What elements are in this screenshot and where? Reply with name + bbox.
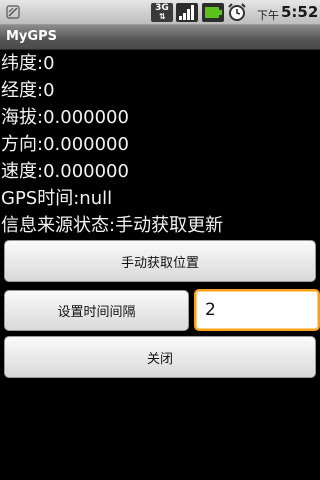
title-bar: MyGPS [0,25,320,50]
latitude-text: 纬度:0 [1,53,55,74]
status-ampm: 下午 [257,9,279,22]
3g-data-icon: 3G ⇅ [151,3,173,22]
manual-fetch-button[interactable]: 手动获取位置 [4,240,316,282]
screen: 3G ⇅ 下午 5:52 MyGPS 纬度:0 经度:0 海拔:0.000000 [0,0,320,480]
alarm-clock-icon [228,3,246,21]
interval-value: 2 [205,300,216,320]
status-time: 5:52 [281,3,319,21]
interval-input[interactable]: 2 [194,289,320,331]
source-status-text: 信息来源状态:手动获取更新 [1,215,224,236]
close-label: 关闭 [146,351,173,367]
close-button[interactable]: 关闭 [4,336,316,378]
notification-icon [6,5,20,19]
set-interval-label: 设置时间间隔 [57,305,136,320]
longitude-text: 经度:0 [1,80,55,101]
signal-icon [176,3,198,22]
manual-fetch-label: 手动获取位置 [120,255,199,271]
gps-time-text: GPS时间:null [1,188,113,209]
app-title: MyGPS [6,29,57,44]
battery-charging-icon [202,3,224,22]
bearing-text: 方向:0.000000 [1,134,129,155]
speed-text: 速度:0.000000 [1,161,129,182]
altitude-text: 海拔:0.000000 [1,107,129,128]
status-bar: 3G ⇅ 下午 5:52 [0,0,320,25]
set-interval-button[interactable]: 设置时间间隔 [4,290,189,331]
